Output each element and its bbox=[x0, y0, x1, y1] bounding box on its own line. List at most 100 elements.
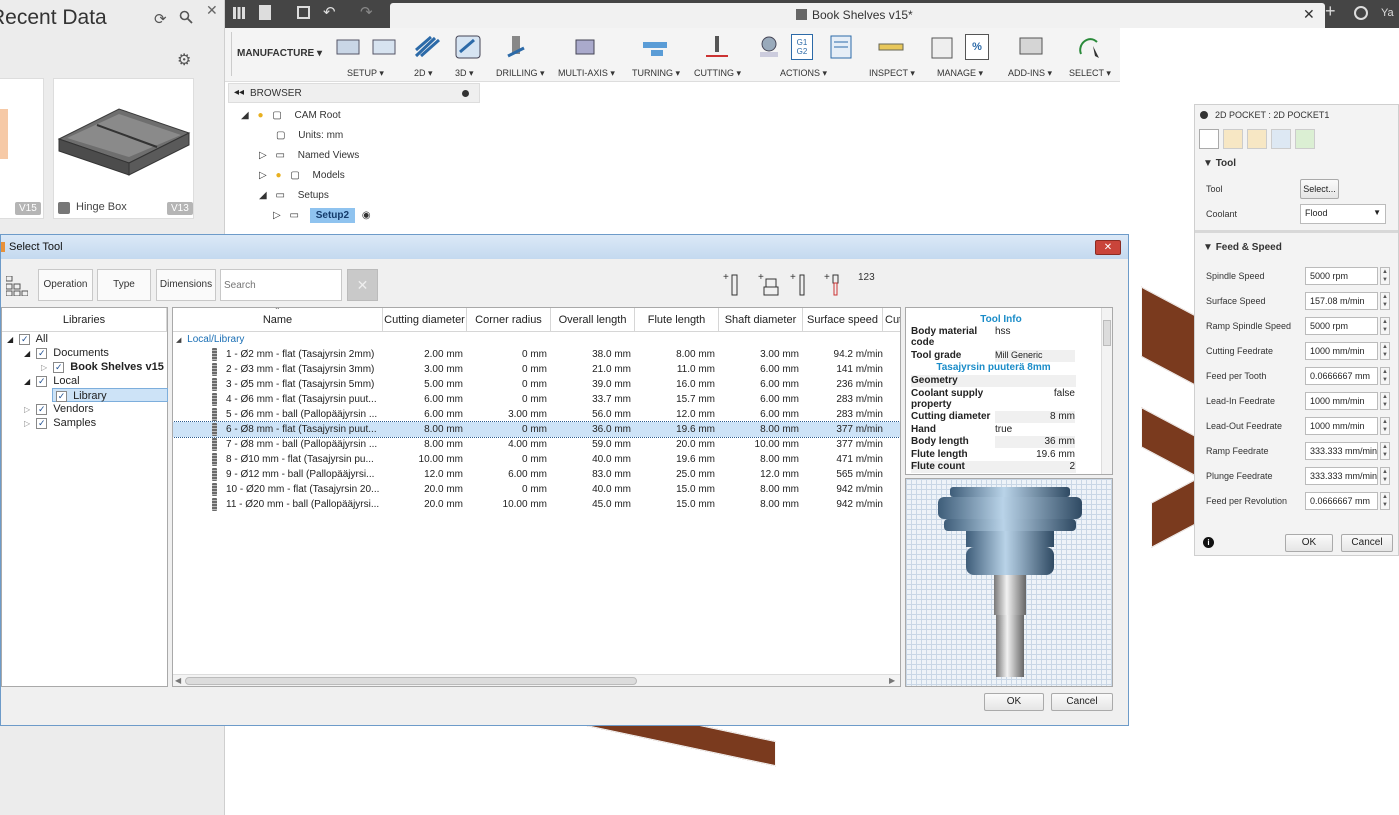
library-library[interactable]: ✓ Library bbox=[52, 388, 168, 402]
library-checkbox[interactable]: ✓ bbox=[36, 418, 48, 429]
panel-ok-button[interactable]: OK bbox=[1285, 534, 1333, 552]
browser-item-models[interactable]: ▷ ● ▢ Models bbox=[259, 170, 345, 181]
spinner-icon[interactable]: ▲ ▼ bbox=[1380, 292, 1390, 310]
undo-icon[interactable]: ↶ bbox=[323, 3, 336, 21]
add-flat-mill-icon[interactable]: + bbox=[723, 271, 743, 297]
add-tool-assembly-icon[interactable]: + bbox=[824, 271, 844, 297]
browser-header[interactable]: ◂◂ BROWSER bbox=[228, 83, 480, 103]
ribbon-group-cutting[interactable]: CUTTING ▾ bbox=[694, 68, 741, 79]
tool-row[interactable]: 11 - Ø20 mm - ball (Pallopääjyrsi... 20.0… bbox=[173, 497, 900, 512]
user-initials[interactable]: Ya bbox=[1381, 7, 1394, 19]
expand-icon[interactable]: ◢ bbox=[259, 190, 267, 201]
column-header-corner-radius[interactable]: Corner radius bbox=[467, 308, 551, 332]
renumber-tools-button[interactable]: 123 bbox=[858, 272, 875, 283]
search-input[interactable] bbox=[220, 269, 342, 301]
dialog-titlebar[interactable]: Select Tool ✕ bbox=[1, 235, 1128, 259]
template-library-icon[interactable]: % bbox=[965, 34, 989, 60]
ribbon-group-manage[interactable]: MANAGE ▾ bbox=[937, 68, 983, 79]
collapse-arrow-icon[interactable]: ◢ bbox=[7, 335, 13, 344]
search-icon[interactable] bbox=[179, 10, 195, 26]
column-header-surface-speed[interactable]: Surface speed bbox=[803, 308, 883, 332]
ribbon-group-select[interactable]: SELECT ▾ bbox=[1069, 68, 1111, 79]
library-local[interactable]: ◢ ✓ Local bbox=[24, 374, 80, 388]
spinner-icon[interactable]: ▲ ▼ bbox=[1380, 467, 1390, 485]
setup-sheet-doc-icon[interactable] bbox=[828, 34, 854, 60]
expand-icon[interactable]: ▷ bbox=[273, 210, 281, 221]
expand-icon[interactable]: ▷ bbox=[259, 150, 267, 161]
ribbon-group-3d[interactable]: 3D ▾ bbox=[455, 68, 474, 79]
post-process-icon[interactable]: G1 G2 bbox=[791, 34, 813, 60]
library-vendors[interactable]: ▷ ✓ Vendors bbox=[24, 402, 94, 416]
ribbon-group-setup[interactable]: SETUP ▾ bbox=[347, 68, 384, 79]
library-documents[interactable]: ◢ ✓ Documents bbox=[24, 346, 109, 360]
simulate-icon[interactable] bbox=[755, 34, 781, 60]
measure-icon[interactable] bbox=[877, 34, 904, 60]
tool-row[interactable]: 9 - Ø12 mm - ball (Pallopääjyrsi... 12.0 … bbox=[173, 467, 900, 482]
spinner-icon[interactable]: ▲ ▼ bbox=[1380, 317, 1390, 335]
ribbon-group-2d[interactable]: 2D ▾ bbox=[414, 68, 433, 79]
library-book-shelves[interactable]: ▷ ✓ Book Shelves v15 bbox=[41, 360, 164, 374]
tool-row[interactable]: 5 - Ø6 mm - ball (Pallopääjyrsin ... 6.00… bbox=[173, 407, 900, 422]
tool-row[interactable]: 10 - Ø20 mm - flat (Tasajyrsin 20... 20.0… bbox=[173, 482, 900, 497]
document-tab[interactable]: Book Shelves v15* ✕ bbox=[390, 3, 1325, 28]
tool-row[interactable]: 7 - Ø8 mm - ball (Pallopääjyrsin ... 8.00… bbox=[173, 437, 900, 452]
clear-search-button[interactable]: ✕ bbox=[347, 269, 378, 301]
refresh-icon[interactable]: ⟳ bbox=[154, 10, 170, 28]
tool-library-icon[interactable] bbox=[929, 34, 955, 60]
field-value[interactable]: 1000 mm/min bbox=[1305, 392, 1378, 410]
info-icon[interactable]: i bbox=[1203, 537, 1214, 548]
tool-row[interactable]: 3 - Ø5 mm - flat (Tasajyrsin 5mm) 5.00 mm… bbox=[173, 377, 900, 392]
ribbon-group-actions[interactable]: ACTIONS ▾ bbox=[780, 68, 827, 79]
drilling-icon[interactable] bbox=[502, 34, 528, 60]
history-icon[interactable] bbox=[1354, 6, 1368, 20]
tool-info-scrollbar[interactable] bbox=[1101, 308, 1112, 474]
lightbulb-icon[interactable]: ● bbox=[275, 170, 281, 181]
scripts-icon[interactable] bbox=[1018, 34, 1044, 60]
column-header-cut[interactable]: Cut bbox=[883, 308, 900, 332]
gear-icon[interactable]: ⚙ bbox=[177, 50, 191, 70]
tab-linking-icon[interactable] bbox=[1295, 129, 1315, 149]
coolant-select[interactable]: Flood ▼ bbox=[1300, 204, 1386, 224]
close-icon[interactable]: ✕ bbox=[206, 2, 218, 19]
field-value[interactable]: 1000 mm/min bbox=[1305, 342, 1378, 360]
add-ball-mill-icon[interactable]: + bbox=[790, 271, 810, 297]
grid-menu-icon[interactable] bbox=[233, 7, 245, 19]
tool-select-button[interactable]: Select... bbox=[1300, 179, 1339, 199]
field-value[interactable]: 5000 rpm bbox=[1305, 317, 1378, 335]
tab-heights-icon[interactable] bbox=[1247, 129, 1267, 149]
browser-item-units[interactable]: ▢ Units: mm bbox=[276, 130, 343, 141]
spinner-icon[interactable]: ▲ ▼ bbox=[1380, 392, 1390, 410]
field-value[interactable]: 157.08 m/min bbox=[1305, 292, 1378, 310]
group-row[interactable]: ◢ Local/Library bbox=[176, 334, 244, 345]
tool-row[interactable]: 8 - Ø10 mm - flat (Tasajyrsin pu... 10.00… bbox=[173, 452, 900, 467]
tab-passes-icon[interactable] bbox=[1271, 129, 1291, 149]
browser-pin-icon[interactable] bbox=[462, 90, 469, 97]
filter-dimensions-button[interactable]: Dimensions bbox=[156, 269, 216, 301]
expand-icon[interactable]: ▷ bbox=[259, 170, 267, 181]
expand-icon[interactable]: ◢ bbox=[241, 110, 249, 121]
expand-arrow-icon[interactable]: ▷ bbox=[41, 363, 47, 372]
field-value[interactable]: 333.333 mm/min bbox=[1305, 442, 1378, 460]
file-menu-icon[interactable] bbox=[259, 5, 271, 20]
tab-geometry-icon[interactable] bbox=[1223, 129, 1243, 149]
turning-icon[interactable] bbox=[641, 34, 667, 60]
add-holder-icon[interactable]: + bbox=[758, 271, 782, 297]
panel-collapse-icon[interactable] bbox=[1200, 111, 1208, 119]
activate-icon[interactable]: ◉ bbox=[362, 210, 371, 221]
dialog-close-button[interactable]: ✕ bbox=[1095, 240, 1121, 255]
ribbon-group-turning[interactable]: TURNING ▾ bbox=[632, 68, 680, 79]
lightbulb-icon[interactable]: ● bbox=[257, 110, 263, 121]
tab-tool-icon[interactable] bbox=[1199, 129, 1219, 149]
filter-type-button[interactable]: Type bbox=[97, 269, 151, 301]
redo-icon[interactable]: ↷ bbox=[360, 3, 373, 21]
dialog-cancel-button[interactable]: Cancel bbox=[1051, 693, 1113, 711]
setup-icon[interactable] bbox=[335, 34, 361, 60]
section-tool[interactable]: ▼ Tool bbox=[1203, 158, 1236, 169]
setup-sheet-icon[interactable] bbox=[371, 34, 397, 60]
group-collapse-icon[interactable]: ◢ bbox=[176, 337, 181, 344]
recent-card[interactable]: V15 bbox=[0, 78, 44, 219]
spinner-icon[interactable]: ▲ ▼ bbox=[1380, 417, 1390, 435]
scroll-left-icon[interactable]: ◀ bbox=[175, 676, 181, 685]
library-checkbox[interactable]: ✓ bbox=[36, 348, 48, 359]
scroll-right-icon[interactable]: ▶ bbox=[889, 676, 895, 685]
